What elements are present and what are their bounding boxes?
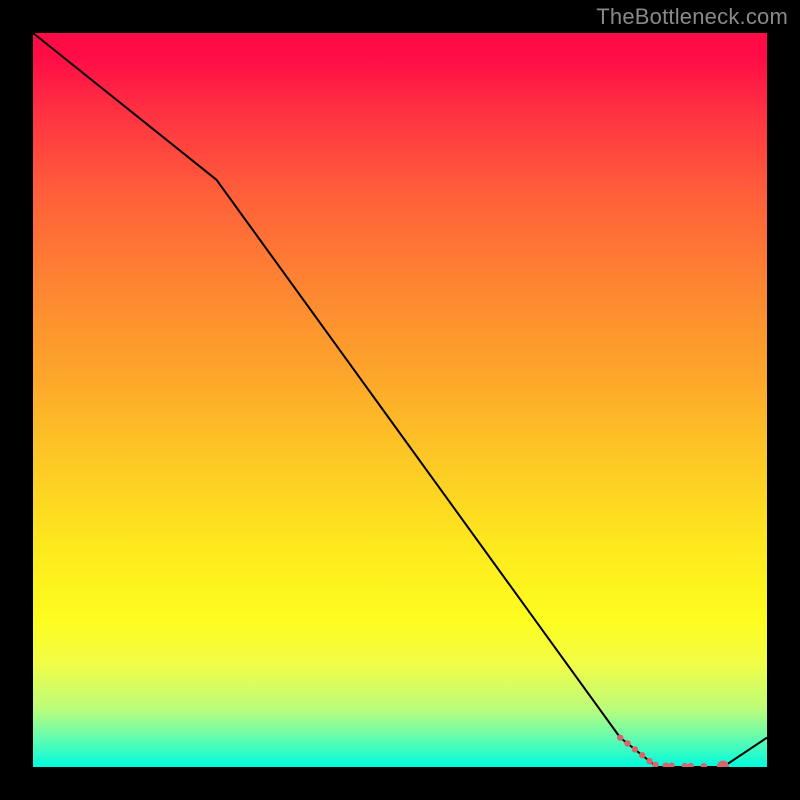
marker-point [639, 752, 645, 758]
marker-point [652, 762, 658, 767]
chart-overlay [33, 33, 767, 767]
marker-point [663, 762, 669, 767]
highlight-markers [617, 734, 729, 767]
marker-point [632, 746, 638, 752]
marker-point [682, 763, 688, 767]
marker-point [646, 758, 652, 764]
curve-path [33, 33, 767, 767]
marker-point [701, 763, 707, 767]
marker-point [717, 760, 729, 767]
chart-frame: TheBottleneck.com [0, 0, 800, 800]
marker-point [687, 763, 693, 767]
marker-point [617, 734, 623, 740]
curve-line [33, 33, 767, 767]
watermark-text: TheBottleneck.com [596, 4, 788, 30]
marker-point [668, 762, 674, 767]
marker-point [624, 740, 630, 746]
